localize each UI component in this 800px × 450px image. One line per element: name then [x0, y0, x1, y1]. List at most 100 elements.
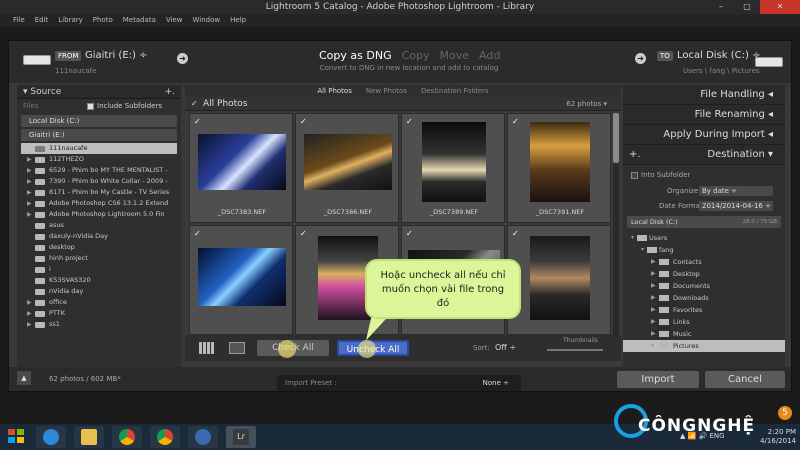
dest-folder-item[interactable]: ▶ Music — [623, 328, 785, 340]
thunderbird-icon — [195, 429, 211, 445]
dest-folder-item[interactable]: ▾ Users — [623, 232, 785, 244]
maximize-button[interactable]: ▢ — [734, 0, 760, 14]
folder-item[interactable]: asus — [21, 220, 177, 231]
folder-item[interactable]: ▶ 7390 - Phim bo White Collar - 2009 - — [21, 176, 177, 187]
destination-drive[interactable]: Local Disk (C:) 28.0 / 75 GB — [627, 216, 781, 228]
section-destination[interactable]: +. Destination ▾ — [623, 145, 785, 165]
folder-item[interactable]: 111naucafe — [21, 143, 177, 154]
dest-folder-item[interactable]: ▶ Downloads — [623, 292, 785, 304]
organize-select[interactable]: By date ÷ — [699, 186, 773, 196]
grid-scroll-thumb[interactable] — [613, 113, 619, 163]
photo-count[interactable]: 62 photos ▾ — [566, 100, 607, 108]
grid-view-icon[interactable] — [199, 342, 215, 354]
photo-cell[interactable]: ✓ _DSC7383.NEF — [189, 113, 293, 223]
photo-checkbox[interactable]: ✓ — [406, 117, 413, 126]
sort-label: Sort: — [473, 344, 490, 352]
folder-item[interactable]: ▶ 6529 - Phim bo MY THE MENTALIST - — [21, 165, 177, 176]
folder-item[interactable]: ▶ office — [21, 297, 177, 308]
folder-icon — [35, 245, 45, 251]
drive-giaitri-e[interactable]: Giaitri (E:) — [21, 129, 177, 141]
congnghe-watermark-logo: CÔNGNGHỆ 5 — [610, 402, 796, 444]
photo-cell[interactable]: ✓ — [507, 225, 611, 335]
add-source-icon[interactable]: +. — [165, 85, 175, 99]
into-subfolder-checkbox[interactable] — [631, 171, 638, 179]
folder-item[interactable]: desktop — [21, 242, 177, 253]
folder-item[interactable]: ▶ Adobe Photoshop CS6 13.1.2 Extend — [21, 198, 177, 209]
dest-folder-item[interactable]: ▶ Favorites — [623, 304, 785, 316]
dest-folder-item[interactable]: ▶ Contacts — [623, 256, 785, 268]
menu-file[interactable]: File — [8, 14, 30, 27]
folder-item[interactable]: ▶ 112THEZO — [21, 154, 177, 165]
source-drive-icon[interactable] — [21, 51, 53, 69]
menu-help[interactable]: Help — [225, 14, 251, 27]
folder-item[interactable]: ▶ Adobe Photoshop Lightroom 5.0 Fin — [21, 209, 177, 220]
folder-item[interactable]: ▶ PTTK — [21, 308, 177, 319]
thumbnail-size-slider[interactable] — [547, 349, 603, 351]
taskbar-chrome[interactable] — [112, 426, 142, 448]
dest-folder-item[interactable]: ▾ fang — [623, 244, 785, 256]
menu-photo[interactable]: Photo — [88, 14, 118, 27]
dest-folder-item[interactable]: ▶ Documents — [623, 280, 785, 292]
taskbar-ie[interactable] — [36, 426, 66, 448]
photo-checkbox[interactable]: ✓ — [194, 229, 201, 238]
include-subfolders-checkbox[interactable] — [87, 102, 94, 110]
folder-item[interactable]: ▶ ss1 — [21, 319, 177, 330]
folder-item[interactable]: i — [21, 264, 177, 275]
source-panel-header[interactable]: ▾ Source +. — [17, 85, 181, 99]
mode-move[interactable]: Move — [440, 49, 470, 62]
windows-start-icon[interactable] — [8, 429, 26, 445]
menu-window[interactable]: Window — [188, 14, 226, 27]
folder-item[interactable]: nVidia day — [21, 286, 177, 297]
photo-checkbox[interactable]: ✓ — [194, 117, 201, 126]
photo-cell[interactable]: ✓ _DSC7386.NEF — [295, 113, 399, 223]
from-source-selector[interactable]: Giaitri (E:) ÷ — [85, 50, 147, 61]
photo-checkbox[interactable]: ✓ — [300, 229, 307, 238]
cancel-button[interactable]: Cancel — [705, 371, 785, 388]
folder-item[interactable]: K53SVAS320 — [21, 275, 177, 286]
date-format-select[interactable]: 2014/2014-04-16 ÷ — [699, 201, 773, 211]
tab-all-photos[interactable]: All Photos — [317, 85, 352, 97]
collapse-button[interactable]: ▲ — [17, 371, 31, 385]
section-file-handling[interactable]: File Handling ◂ — [623, 85, 785, 105]
destination-drive-icon[interactable] — [753, 51, 785, 69]
photo-cell[interactable]: ✓ — [189, 225, 293, 335]
mode-copy-as-dng[interactable]: Copy as DNG — [319, 49, 392, 62]
mode-copy[interactable]: Copy — [402, 49, 430, 62]
minimize-button[interactable]: – — [708, 0, 734, 14]
import-preset-selector[interactable]: Import Preset : None ÷ — [277, 375, 521, 391]
loupe-view-icon[interactable] — [229, 342, 245, 354]
dest-folder-item[interactable]: ▶ Links — [623, 316, 785, 328]
to-destination-selector[interactable]: Local Disk (C:) ÷ — [677, 50, 760, 61]
add-destination-icon[interactable]: +. — [623, 145, 641, 165]
section-apply-during-import[interactable]: Apply During Import ◂ — [623, 125, 785, 145]
photo-cell[interactable]: ✓ _DSC7391.NEF — [507, 113, 611, 223]
dest-folder-item[interactable]: ▶ Desktop — [623, 268, 785, 280]
dest-folder-item-selected[interactable]: ▾ Pictures — [623, 340, 785, 352]
photo-cell[interactable]: ✓ _DSC7389.NEF — [401, 113, 505, 223]
import-button[interactable]: Import — [617, 371, 699, 388]
photo-checkbox[interactable]: ✓ — [512, 229, 519, 238]
taskbar-thunderbird[interactable] — [188, 426, 218, 448]
folder-item[interactable]: ▶ 8171 - Phim bo My Castle - TV Series — [21, 187, 177, 198]
menu-metadata[interactable]: Metadata — [118, 14, 161, 27]
taskbar-explorer[interactable] — [74, 426, 104, 448]
sort-select[interactable]: Off ÷ — [495, 343, 516, 352]
photo-checkbox[interactable]: ✓ — [300, 117, 307, 126]
menu-edit[interactable]: Edit — [30, 14, 54, 27]
close-button[interactable]: ✕ — [760, 0, 800, 14]
photo-checkbox[interactable]: ✓ — [512, 117, 519, 126]
photo-checkbox[interactable]: ✓ — [406, 229, 413, 238]
folder-item[interactable]: hinh project — [21, 253, 177, 264]
drive-local-c[interactable]: Local Disk (C:) — [21, 115, 177, 127]
taskbar-lightroom[interactable]: Lr — [226, 426, 256, 448]
menu-library[interactable]: Library — [53, 14, 87, 27]
checkmark-icon[interactable]: ✓ — [191, 99, 198, 108]
menu-view[interactable]: View — [161, 14, 188, 27]
tab-destination-folders[interactable]: Destination Folders — [421, 85, 489, 97]
folder-item[interactable]: daxuly-nVidia Day — [21, 231, 177, 242]
grid-scrollbar[interactable] — [613, 113, 619, 341]
taskbar-chrome-2[interactable] — [150, 426, 180, 448]
mode-add[interactable]: Add — [479, 49, 500, 62]
tab-new-photos[interactable]: New Photos — [366, 85, 407, 97]
section-file-renaming[interactable]: File Renaming ◂ — [623, 105, 785, 125]
